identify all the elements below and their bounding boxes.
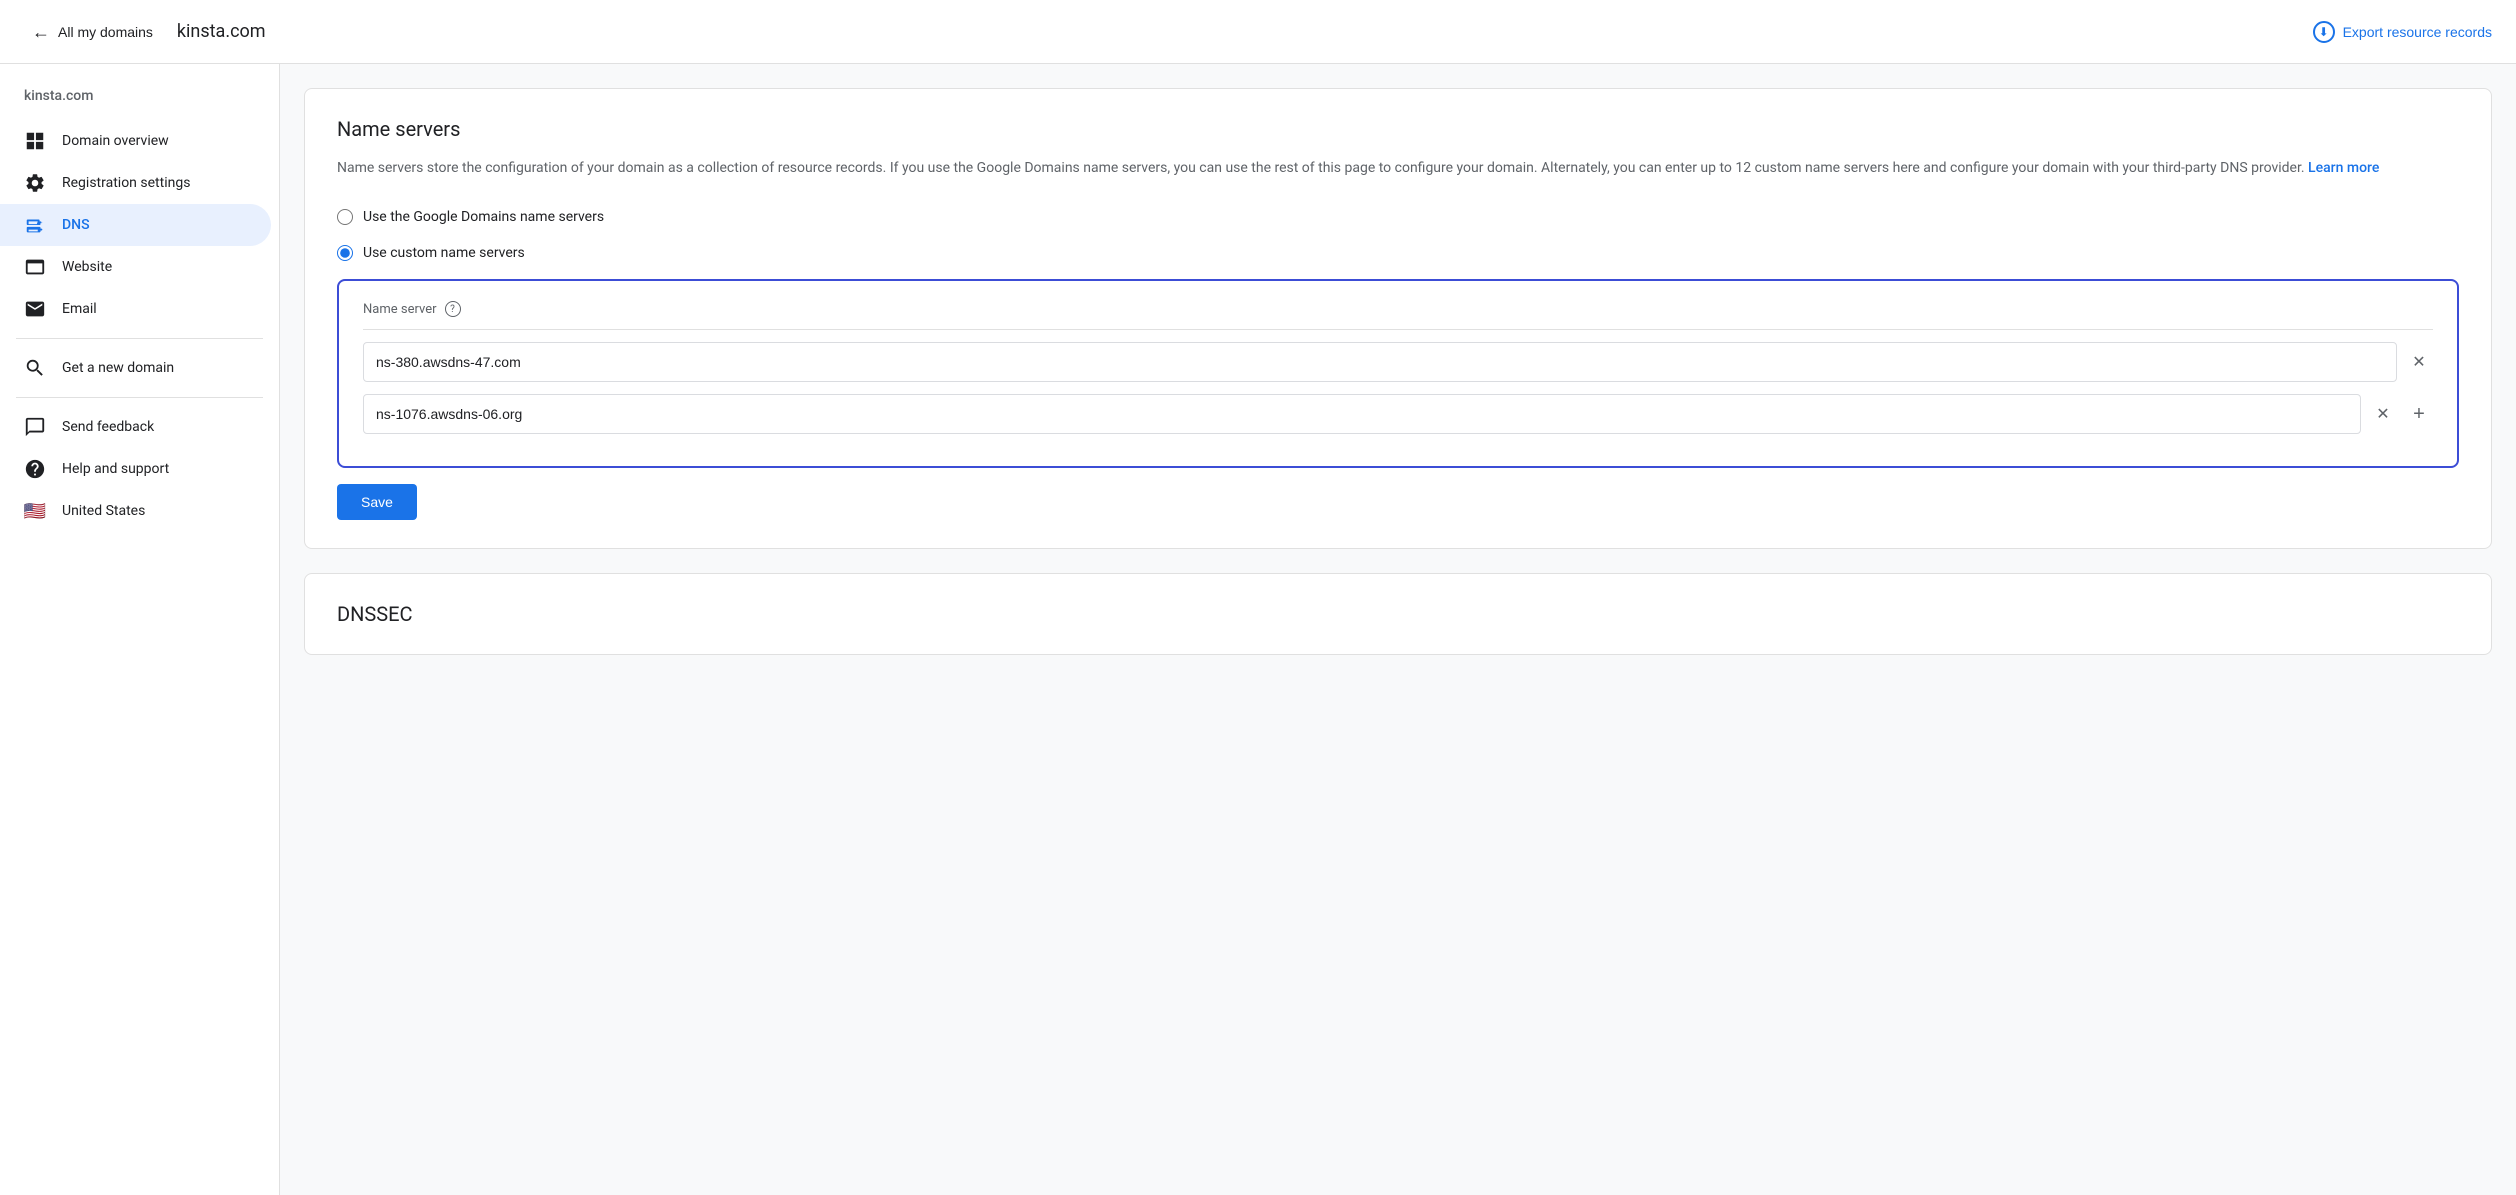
dns-icon xyxy=(24,214,46,236)
ns-help-icon[interactable]: ? xyxy=(445,301,461,317)
top-header: ← All my domains kinsta.com ⬇ Export res… xyxy=(0,0,2516,64)
sidebar-item-dns[interactable]: DNS xyxy=(0,204,271,246)
domain-title: kinsta.com xyxy=(177,21,2297,42)
settings-icon xyxy=(24,172,46,194)
google-ns-label: Use the Google Domains name servers xyxy=(363,209,604,225)
sidebar-label-get-new-domain: Get a new domain xyxy=(62,360,174,376)
sidebar-item-help-support[interactable]: Help and support xyxy=(0,448,271,490)
google-ns-option[interactable]: Use the Google Domains name servers xyxy=(337,199,2459,235)
website-icon xyxy=(24,256,46,278)
back-arrow-icon: ← xyxy=(32,23,50,41)
feedback-icon xyxy=(24,416,46,438)
ns-input-2[interactable] xyxy=(363,394,2361,434)
ns-divider-1 xyxy=(363,329,2433,330)
custom-ns-option[interactable]: Use custom name servers xyxy=(337,235,2459,271)
sidebar: kinsta.com Domain overview Registration … xyxy=(0,64,280,1195)
ns-input-row-2: ✕ + xyxy=(363,394,2433,434)
ns-clear-button-1[interactable]: ✕ xyxy=(2405,348,2433,376)
main-content: Name servers Name servers store the conf… xyxy=(280,64,2516,1195)
sidebar-label-domain-overview: Domain overview xyxy=(62,133,169,149)
learn-more-link[interactable]: Learn more xyxy=(2308,160,2379,176)
ns-add-button[interactable]: + xyxy=(2405,400,2433,428)
save-button[interactable]: Save xyxy=(337,484,417,520)
dnssec-card: DNSSEC xyxy=(304,573,2492,655)
ns-clear-button-2[interactable]: ✕ xyxy=(2369,400,2397,428)
name-servers-title: Name servers xyxy=(337,117,2459,141)
email-icon xyxy=(24,298,46,320)
sidebar-item-website[interactable]: Website xyxy=(0,246,271,288)
sidebar-label-dns: DNS xyxy=(62,217,90,233)
app-body: kinsta.com Domain overview Registration … xyxy=(0,64,2516,1195)
grid-icon xyxy=(24,130,46,152)
sidebar-item-email[interactable]: Email xyxy=(0,288,271,330)
sidebar-divider-2 xyxy=(16,397,263,398)
name-servers-description: Name servers store the configuration of … xyxy=(337,157,2459,179)
sidebar-label-help-support: Help and support xyxy=(62,461,169,477)
export-icon: ⬇ xyxy=(2313,21,2335,43)
sidebar-item-registration-settings[interactable]: Registration settings xyxy=(0,162,271,204)
sidebar-item-send-feedback[interactable]: Send feedback xyxy=(0,406,271,448)
dnssec-title: DNSSEC xyxy=(337,602,2459,626)
sidebar-divider xyxy=(16,338,263,339)
sidebar-domain: kinsta.com xyxy=(0,80,279,120)
custom-ns-box: Name server ? ✕ ✕ + xyxy=(337,279,2459,468)
sidebar-item-united-states[interactable]: 🇺🇸 United States xyxy=(0,490,271,532)
sidebar-label-united-states: United States xyxy=(62,503,145,519)
name-servers-card: Name servers Name servers store the conf… xyxy=(304,88,2492,549)
ns-label-row: Name server ? xyxy=(363,301,2433,317)
help-circle-icon xyxy=(24,458,46,480)
ns-input-1[interactable] xyxy=(363,342,2397,382)
sidebar-label-email: Email xyxy=(62,301,97,317)
sidebar-item-get-new-domain[interactable]: Get a new domain xyxy=(0,347,271,389)
search-icon xyxy=(24,357,46,379)
google-ns-radio[interactable] xyxy=(337,209,353,225)
export-button[interactable]: ⬇ Export resource records xyxy=(2313,21,2492,43)
sidebar-label-website: Website xyxy=(62,259,112,275)
sidebar-label-registration-settings: Registration settings xyxy=(62,175,190,191)
back-button[interactable]: ← All my domains xyxy=(24,15,161,49)
flag-icon: 🇺🇸 xyxy=(24,500,46,522)
export-label: Export resource records xyxy=(2343,24,2492,40)
custom-ns-label: Use custom name servers xyxy=(363,245,525,261)
sidebar-item-domain-overview[interactable]: Domain overview xyxy=(0,120,271,162)
custom-ns-radio[interactable] xyxy=(337,245,353,261)
ns-column-label: Name server xyxy=(363,302,437,317)
back-label: All my domains xyxy=(58,24,153,40)
ns-input-row-1: ✕ xyxy=(363,342,2433,382)
sidebar-label-send-feedback: Send feedback xyxy=(62,419,154,435)
